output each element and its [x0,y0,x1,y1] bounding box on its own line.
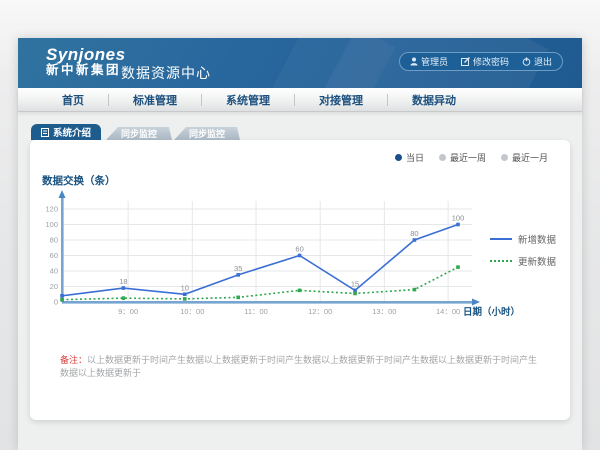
user-menu[interactable]: 管理员 [410,55,448,68]
header-decoration [250,38,395,88]
content-panel: 当日 最近一周 最近一月 数据交换（条） 0 20 40 60 80 100 120 9：00… [30,140,570,420]
legend-line-sample-blue [490,238,512,240]
period-filter-group: 当日 最近一周 最近一月 [395,151,548,164]
svg-text:100: 100 [45,220,58,229]
radio-today[interactable]: 当日 [395,151,424,164]
tab-label: 同步监控 [121,127,157,140]
nav-item-home[interactable]: 首页 [38,92,108,108]
svg-text:40: 40 [50,267,58,276]
svg-text:15: 15 [351,279,359,288]
logo-text-en: Synjones [46,46,126,64]
legend-line-sample-green [490,260,512,262]
data-exchange-chart: 0 20 40 60 80 100 120 9：00 10：00 11：00 12：00 13：00 1… [35,188,525,330]
tab-label: 系统介绍 [53,125,91,139]
svg-text:10: 10 [181,283,189,292]
tab-system-intro[interactable]: 系统介绍 [31,124,101,140]
svg-text:18: 18 [119,277,127,286]
note-label: 备注： [60,355,87,365]
main-nav: 首页 标准管理 系统管理 对接管理 数据异动 [18,88,582,112]
user-icon [410,57,418,66]
tab-sync-monitor-1[interactable]: 同步监控 [106,127,172,140]
svg-text:9：00: 9：00 [118,307,138,316]
svg-text:60: 60 [295,245,303,254]
radio-label: 最近一周 [450,151,486,164]
page-title: 数据资源中心 [121,63,211,83]
change-password-label: 修改密码 [473,55,509,68]
radio-label: 当日 [406,151,424,164]
note-text: 以上数据更新于时间产生数据以上数据更新于时间产生数据以上数据更新于时间产生数据以… [60,355,537,378]
nav-item-standard-mgmt[interactable]: 标准管理 [109,92,201,108]
app-header: Synjones 新中新集团 数据资源中心 管理员 修改密码 退出 [18,38,582,88]
svg-text:13：00: 13：00 [372,307,396,316]
app-window: Synjones 新中新集团 数据资源中心 管理员 修改密码 退出 [18,38,582,450]
svg-text:80: 80 [50,236,58,245]
svg-text:10：00: 10：00 [180,307,204,316]
svg-text:100: 100 [452,214,465,223]
line-chart-svg: 0 20 40 60 80 100 120 9：00 10：00 11：00 12：00 13：00 1… [35,188,525,330]
svg-text:20: 20 [50,282,58,291]
y-axis-title: 数据交换（条） [42,173,116,188]
tab-sync-monitor-2[interactable]: 同步监控 [174,127,240,140]
nav-item-integration-mgmt[interactable]: 对接管理 [295,92,387,108]
radio-last-week[interactable]: 最近一周 [439,151,486,164]
radio-dot-icon [395,154,402,161]
logout-label: 退出 [534,55,552,68]
logo: Synjones 新中新集团 [46,46,126,77]
change-password-button[interactable]: 修改密码 [461,55,509,68]
radio-dot-icon [501,154,508,161]
radio-last-month[interactable]: 最近一月 [501,151,548,164]
svg-text:0: 0 [54,298,58,307]
user-name: 管理员 [421,55,448,68]
legend-item-update-data: 更新数据 [490,254,556,268]
legend-label: 新增数据 [518,232,556,246]
tab-label: 同步监控 [189,127,225,140]
footer-note: 备注：以上数据更新于时间产生数据以上数据更新于时间产生数据以上数据更新于时间产生… [60,354,546,379]
svg-text:80: 80 [410,229,418,238]
user-toolbar: 管理员 修改密码 退出 [399,52,563,71]
document-icon [41,128,49,137]
logout-button[interactable]: 退出 [522,55,552,68]
page-background: Synjones 新中新集团 数据资源中心 管理员 修改密码 退出 [0,0,600,450]
svg-text:35: 35 [234,264,242,273]
svg-text:60: 60 [50,251,58,260]
svg-text:14：00: 14：00 [436,307,460,316]
radio-label: 最近一月 [512,151,548,164]
svg-text:12：00: 12：00 [308,307,332,316]
nav-item-system-mgmt[interactable]: 系统管理 [202,92,294,108]
svg-text:120: 120 [45,205,58,214]
radio-dot-icon [439,154,446,161]
legend-label: 更新数据 [518,254,556,268]
svg-text:11：00: 11：00 [244,307,268,316]
chart-legend: 新增数据 更新数据 [490,232,556,268]
logo-text-cn: 新中新集团 [46,64,126,77]
svg-text:日期（小时）: 日期（小时） [463,306,520,318]
legend-item-new-data: 新增数据 [490,232,556,246]
logout-icon [522,57,531,66]
nav-item-data-change[interactable]: 数据异动 [388,92,480,108]
edit-icon [461,57,470,66]
